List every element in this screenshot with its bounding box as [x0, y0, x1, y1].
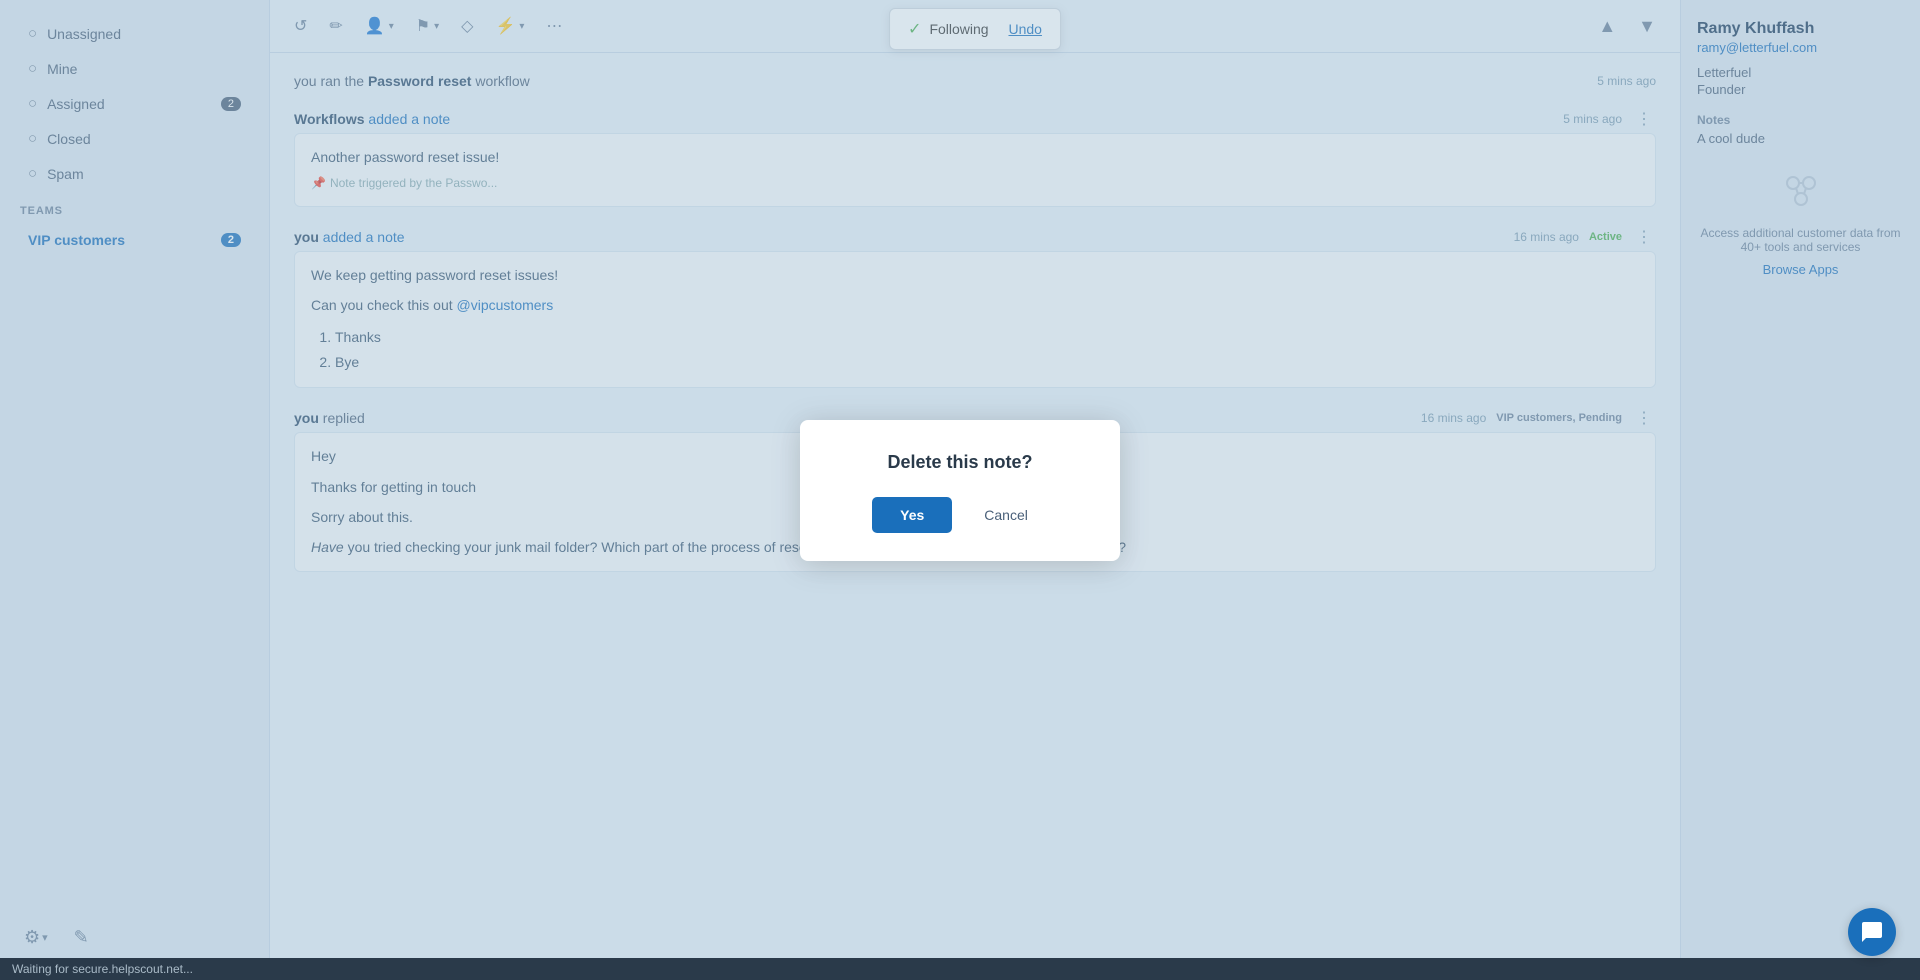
- confirm-yes-button[interactable]: Yes: [872, 497, 952, 533]
- chat-icon: [1860, 920, 1884, 944]
- dialog-actions: Yes Cancel: [848, 497, 1072, 533]
- delete-dialog: Delete this note? Yes Cancel: [800, 420, 1120, 561]
- chat-bubble-button[interactable]: [1848, 908, 1896, 956]
- status-bar: Waiting for secure.helpscout.net...: [0, 958, 1920, 980]
- cancel-button[interactable]: Cancel: [964, 497, 1048, 533]
- status-text: Waiting for secure.helpscout.net...: [12, 962, 193, 976]
- dialog-overlay: Delete this note? Yes Cancel: [0, 0, 1920, 980]
- dialog-title: Delete this note?: [848, 452, 1072, 473]
